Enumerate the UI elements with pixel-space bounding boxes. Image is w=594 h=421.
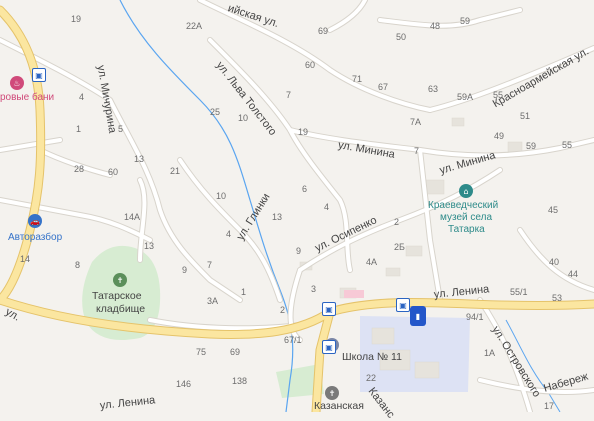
cemetery-icon[interactable]: ✝ [113, 273, 127, 287]
house-number: 67/1 [284, 335, 302, 345]
house-number: 1А [484, 348, 496, 358]
house-number: 44 [568, 269, 579, 279]
house-number: 10 [216, 191, 227, 201]
house-number: 13 [144, 241, 155, 251]
church-icon[interactable]: ✝ [325, 386, 339, 400]
house-number: 22 [366, 373, 377, 383]
house-number: 63 [428, 84, 439, 94]
house-number: 21 [170, 166, 181, 176]
house-number: 67 [378, 82, 389, 92]
poi-avtorazbor-label[interactable]: Авторазбор [8, 233, 62, 243]
house-number: 1 [241, 287, 247, 297]
house-number: 9 [296, 246, 302, 256]
house-number: 2 [394, 217, 400, 227]
transit-marker-icon[interactable]: ▮ [410, 306, 426, 326]
poi-cemetery-line2[interactable]: кладбище [96, 304, 145, 315]
house-number: 8 [75, 260, 81, 270]
poi-kazan-church[interactable]: Казанская [314, 401, 364, 412]
house-number: 51 [520, 111, 531, 121]
house-number: 28 [74, 164, 85, 174]
house-number: 19 [71, 14, 82, 24]
house-number: 69 [318, 26, 329, 36]
poi-cemetery-line1[interactable]: Татарское [92, 291, 142, 302]
house-number: 17 [544, 401, 555, 411]
poi-museum-line1[interactable]: Краеведческий [428, 201, 498, 211]
house-number: 55 [493, 90, 504, 100]
house-number: 40 [549, 257, 560, 267]
house-number: 5 [118, 124, 124, 134]
pink-building [344, 290, 364, 298]
bus-stop-icon[interactable]: ▣ [322, 302, 336, 316]
house-number: 19 [298, 127, 309, 137]
poi-museum-line3[interactable]: Татарка [448, 225, 485, 235]
house-number: 22А [186, 21, 203, 31]
house-number: 60 [108, 167, 119, 177]
house-number: 1 [76, 124, 82, 134]
house-number: 4А [366, 257, 378, 267]
bus-stop-icon[interactable]: ▣ [396, 298, 410, 312]
house-number: 4 [79, 92, 85, 102]
house-number: 71 [352, 74, 363, 84]
house-number: 49 [494, 131, 505, 141]
house-number: 45 [548, 205, 559, 215]
bani-icon[interactable]: ♨ [10, 76, 24, 90]
house-number: 55 [562, 140, 573, 150]
house-number: 7 [207, 260, 213, 270]
house-number: 53 [552, 293, 563, 303]
house-number: 7А [410, 117, 422, 127]
house-number: 4 [226, 229, 232, 239]
house-number: 59 [460, 16, 471, 26]
house-number: 6 [302, 184, 308, 194]
poi-school-label[interactable]: Школа № 11 [342, 352, 402, 363]
car-service-icon[interactable]: 🚗 [28, 214, 42, 228]
house-number: 2Б [394, 242, 405, 252]
house-number: 7 [414, 146, 420, 156]
house-number: 138 [232, 376, 248, 386]
house-number: 7 [286, 90, 292, 100]
house-number: 14 [20, 254, 31, 264]
bus-stop-icon[interactable]: ▣ [322, 340, 336, 354]
poi-bani-label[interactable]: ровые бани [0, 93, 54, 103]
house-number: 48 [430, 21, 441, 31]
house-number: 25 [210, 107, 221, 117]
house-number: 4 [324, 202, 330, 212]
house-number: 75 [196, 347, 207, 357]
house-number: 14А [124, 212, 141, 222]
house-number: 94/1 [466, 312, 484, 322]
poi-museum-line2[interactable]: музей села [440, 213, 492, 223]
house-number: 60 [305, 60, 316, 70]
house-number: 2 [280, 305, 286, 315]
house-number: 9 [182, 265, 188, 275]
house-number: 59А [457, 92, 474, 102]
house-number: 69 [230, 347, 241, 357]
house-number: 10 [238, 113, 249, 123]
bus-stop-icon[interactable]: ▣ [32, 68, 46, 82]
house-number: 50 [396, 32, 407, 42]
house-number: 55/1 [510, 287, 528, 297]
house-number: 13 [134, 154, 145, 164]
house-number: 3 [311, 284, 317, 294]
house-number: 59 [526, 141, 537, 151]
house-number: 3А [207, 296, 219, 306]
house-number: 13 [272, 212, 283, 222]
house-number: 146 [176, 379, 192, 389]
museum-icon[interactable]: ⌂ [459, 184, 473, 198]
